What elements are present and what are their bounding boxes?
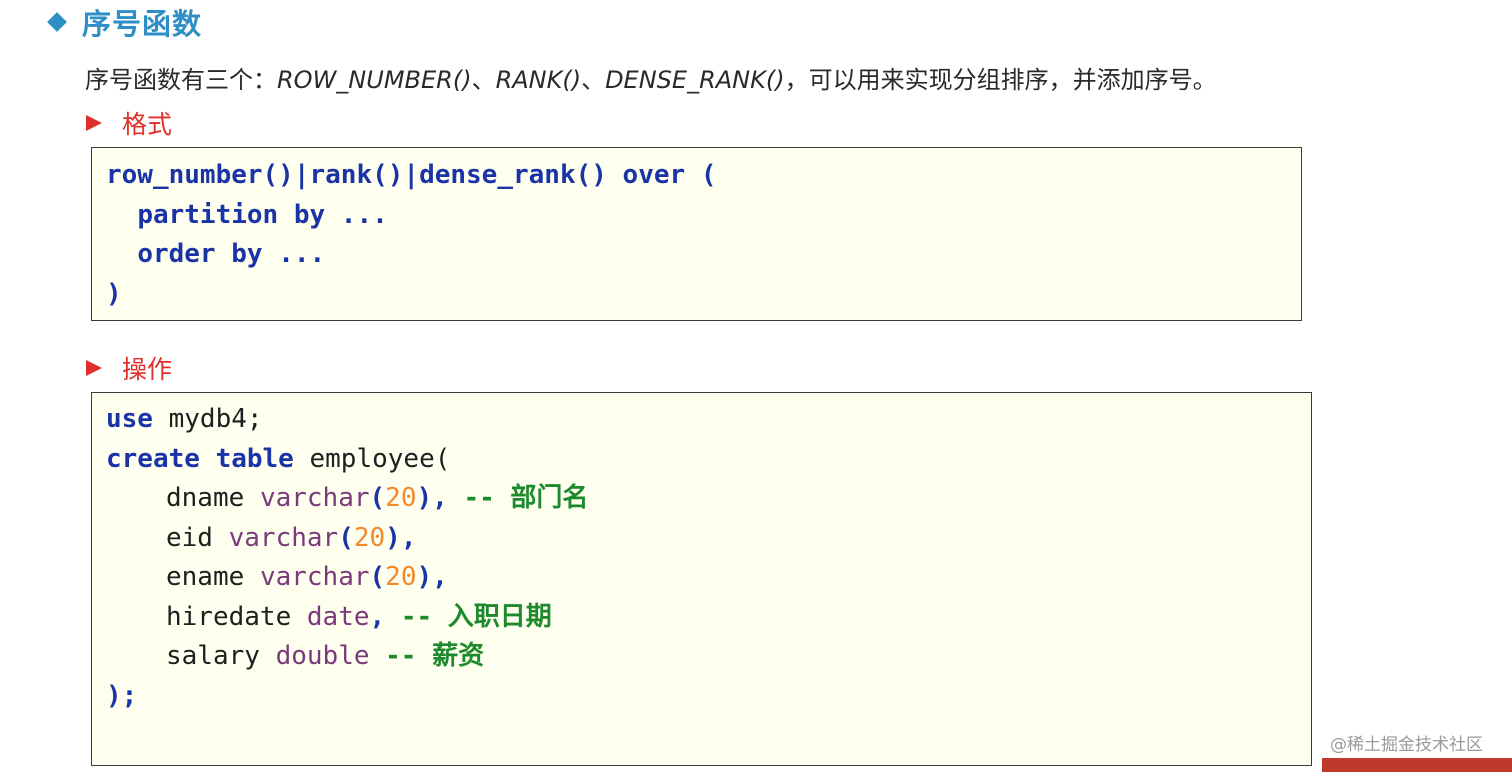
diamond-icon <box>47 12 67 32</box>
column-type: date <box>306 601 370 632</box>
format-heading-label: 格式 <box>122 110 173 139</box>
operation-heading-label: 操作 <box>122 355 173 384</box>
column-line: hiredate date, -- 入职日期 <box>106 598 1311 638</box>
section-title-row: 序号函数 <box>47 2 203 42</box>
column-type: varchar <box>259 483 370 513</box>
intro-fn-row-number: ROW_NUMBER() <box>277 66 472 94</box>
column-comment: 部门名 <box>510 483 589 513</box>
column-line: salary double -- 薪资 <box>106 637 1311 677</box>
column-name: ename <box>166 562 245 592</box>
column-name: eid <box>166 522 213 553</box>
code-line: ) <box>106 275 1301 315</box>
code-table-name: employee( <box>293 443 451 474</box>
format-heading: 格式 <box>86 104 172 142</box>
arrow-right-icon <box>86 115 102 131</box>
column-line: dname varchar(20), -- 部门名 <box>166 483 589 513</box>
comment-marker: -- <box>369 641 417 671</box>
comment-marker: -- <box>385 601 433 632</box>
intro-sep-2: 、 <box>581 66 606 94</box>
code-format-line-2: partition by ... <box>137 199 388 230</box>
code-line: order by ... <box>106 235 1301 275</box>
column-line: ename varchar(20), <box>166 562 448 592</box>
column-separator: , <box>369 601 386 632</box>
intro-fn-dense-rank: DENSE_RANK() <box>605 66 785 94</box>
intro-sep-1: 、 <box>471 66 496 94</box>
page-title: 序号函数 <box>82 7 203 41</box>
code-db-name: mydb4; <box>152 404 263 434</box>
code-line: partition by ... <box>106 196 1301 236</box>
column-separator: , <box>400 522 417 553</box>
code-keyword-create-table: create table <box>106 443 294 474</box>
intro-paragraph: 序号函数有三个：ROW_NUMBER()、RANK()、DENSE_RANK()… <box>85 62 1217 98</box>
column-line: eid varchar(20), <box>166 522 417 553</box>
column-comment: 入职日期 <box>447 601 552 632</box>
code-line: create table employee( <box>106 440 1311 480</box>
column-type: varchar <box>259 562 370 592</box>
column-name: dname <box>166 483 245 513</box>
operation-heading: 操作 <box>86 349 172 387</box>
code-line: use mydb4; <box>106 400 1311 440</box>
intro-suffix: ，可以用来实现分组排序，并添加序号。 <box>784 66 1217 94</box>
code-format-line-4: ) <box>106 278 122 309</box>
column-type: double <box>275 641 370 671</box>
column-name: salary <box>166 641 260 671</box>
code-format-line-3: order by ... <box>137 239 326 269</box>
comment-marker: -- <box>447 483 495 513</box>
column-size: 20 <box>385 483 417 513</box>
watermark-text: @稀土掘金技术社区 <box>1330 735 1483 755</box>
code-close-paren: ); <box>106 680 138 711</box>
column-separator: , <box>432 562 448 592</box>
column-size: 20 <box>385 562 417 592</box>
column-definitions: dname varchar(20), -- 部门名 eid varchar(20)… <box>106 479 1311 677</box>
column-comment: 薪资 <box>432 641 485 671</box>
code-line: ); <box>106 677 1311 717</box>
code-line: row_number()|rank()|dense_rank() over ( <box>106 156 1301 196</box>
column-separator: , <box>432 483 448 513</box>
corner-decoration <box>1322 758 1512 772</box>
column-size: 20 <box>353 522 386 553</box>
intro-prefix: 序号函数有三个： <box>85 66 277 94</box>
column-type: varchar <box>228 522 339 553</box>
code-format-line-1: row_number()|rank()|dense_rank() over ( <box>106 160 717 190</box>
code-keyword-use: use <box>106 404 153 434</box>
column-name: hiredate <box>166 601 292 632</box>
arrow-right-icon <box>86 360 102 376</box>
operation-code-block: use mydb4; create table employee(dname va… <box>91 392 1312 766</box>
intro-fn-rank: RANK() <box>495 66 582 94</box>
format-code-block: row_number()|rank()|dense_rank() over ( … <box>91 147 1302 321</box>
